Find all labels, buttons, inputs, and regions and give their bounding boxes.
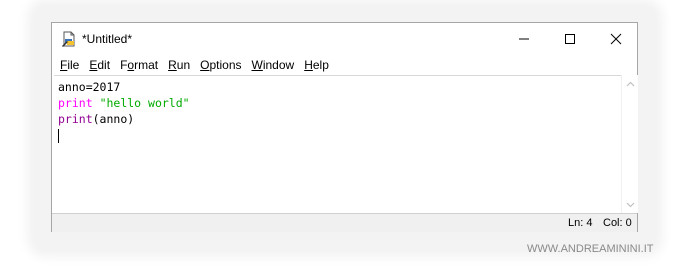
idle-file-icon bbox=[61, 31, 77, 47]
watermark: WWW.ANDREAMININI.IT bbox=[527, 243, 654, 255]
minimize-icon bbox=[519, 38, 529, 39]
menu-file[interactable]: File bbox=[55, 57, 84, 73]
code-token: print bbox=[58, 112, 93, 126]
menu-help[interactable]: Help bbox=[299, 57, 334, 73]
status-line-number: Ln: 4 bbox=[568, 217, 593, 229]
menu-format[interactable]: Format bbox=[115, 57, 163, 73]
maximize-button[interactable] bbox=[547, 23, 593, 54]
maximize-icon bbox=[565, 33, 575, 44]
idle-editor-window: *Untitled* File Edit Format Run Options … bbox=[51, 22, 638, 232]
code-line-4 bbox=[58, 127, 621, 143]
code-token: "hello world" bbox=[99, 96, 190, 110]
chevron-down-icon bbox=[626, 202, 635, 207]
status-bar: Ln: 4 Col: 0 bbox=[52, 213, 637, 232]
scroll-up-button[interactable] bbox=[622, 75, 639, 92]
menu-window[interactable]: Window bbox=[247, 57, 300, 73]
menu-run[interactable]: Run bbox=[163, 57, 195, 73]
status-column-number: Col: 0 bbox=[603, 217, 632, 229]
text-caret bbox=[58, 128, 59, 143]
menu-options[interactable]: Options bbox=[195, 57, 246, 73]
code-editor[interactable]: anno=2017 print "hello world" print(anno… bbox=[54, 75, 621, 213]
minimize-button[interactable] bbox=[501, 23, 547, 54]
menu-edit[interactable]: Edit bbox=[84, 57, 115, 73]
scroll-down-button[interactable] bbox=[622, 196, 639, 213]
close-icon bbox=[610, 33, 622, 44]
code-line-3: print(anno) bbox=[58, 111, 621, 127]
vertical-scrollbar[interactable] bbox=[621, 75, 638, 213]
code-token: (anno) bbox=[92, 112, 135, 126]
code-token: anno=2017 bbox=[58, 80, 121, 94]
code-token: print bbox=[58, 96, 93, 110]
close-button[interactable] bbox=[593, 23, 639, 54]
window-title: *Untitled* bbox=[82, 32, 133, 46]
title-bar[interactable]: *Untitled* bbox=[52, 23, 637, 54]
menu-bar: File Edit Format Run Options Window Help bbox=[52, 54, 637, 75]
code-line-1: anno=2017 bbox=[58, 79, 621, 95]
code-line-2: print "hello world" bbox=[58, 95, 621, 111]
chevron-up-icon bbox=[626, 81, 635, 86]
